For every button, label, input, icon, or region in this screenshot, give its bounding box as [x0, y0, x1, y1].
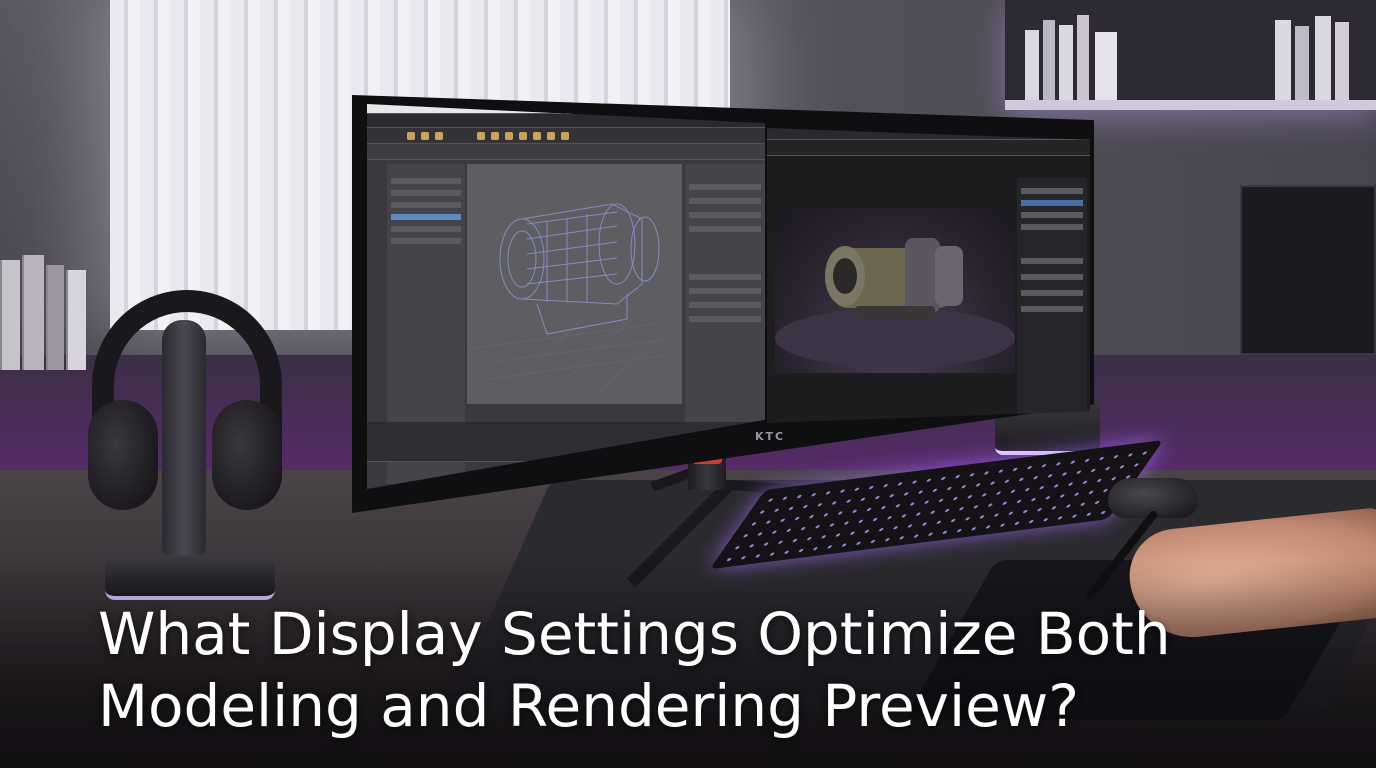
- tool-icon: [407, 132, 415, 140]
- attribute-row: [689, 198, 761, 204]
- app-toolbar: [367, 128, 765, 144]
- outliner-row: [391, 214, 461, 220]
- bookshelf: [1005, 0, 1376, 110]
- render-app-screen: [767, 128, 1090, 423]
- book: [1059, 25, 1073, 100]
- rendered-model: [775, 238, 1015, 368]
- book: [1077, 15, 1089, 100]
- outliner-row: [1021, 274, 1083, 280]
- tool-icon: [561, 132, 569, 140]
- tool-icon: [477, 132, 485, 140]
- render-outliner-panel: [1017, 178, 1087, 418]
- outliner-row: [1021, 306, 1083, 312]
- headline-line-2: Modeling and Rendering Preview?: [98, 672, 1079, 740]
- book: [1025, 30, 1039, 100]
- attribute-row: [689, 302, 761, 308]
- outliner-row: [1021, 224, 1083, 230]
- attribute-row: [689, 274, 761, 280]
- tool-icon: [491, 132, 499, 140]
- render-preview: [775, 208, 1015, 373]
- outliner-row: [391, 178, 461, 184]
- tool-icon: [505, 132, 513, 140]
- monitor-brand-logo: KTC: [755, 430, 786, 443]
- wireframe-model: [466, 203, 678, 403]
- outliner-row: [391, 226, 461, 232]
- attribute-row: [689, 288, 761, 294]
- render-toolbar: [767, 140, 1090, 156]
- left-books: [0, 255, 100, 370]
- outliner-row: [1021, 200, 1083, 206]
- outliner-row: [391, 190, 461, 196]
- pc-case: [1240, 185, 1376, 355]
- tool-icon: [435, 132, 443, 140]
- book: [1043, 20, 1055, 100]
- book: [46, 265, 64, 370]
- outliner-row: [1021, 188, 1083, 194]
- book: [1295, 26, 1309, 100]
- book: [0, 260, 20, 370]
- outliner-row: [1021, 212, 1083, 218]
- app-shelf: [367, 144, 765, 160]
- tool-icon: [519, 132, 527, 140]
- tool-icon: [547, 132, 555, 140]
- headphone-cup-right: [212, 400, 282, 510]
- book: [1335, 22, 1349, 100]
- attribute-row: [689, 212, 761, 218]
- outliner-row: [1021, 290, 1083, 296]
- book: [1315, 16, 1331, 100]
- headphone-cup-left: [88, 400, 158, 510]
- book: [66, 270, 86, 370]
- outliner-row: [391, 238, 461, 244]
- attribute-row: [689, 316, 761, 322]
- book: [22, 255, 44, 370]
- book: [1275, 20, 1291, 100]
- outliner-row: [391, 202, 461, 208]
- book: [1095, 32, 1117, 100]
- wireframe-viewport: [466, 164, 682, 404]
- headline: What Display Settings Optimize Both Mode…: [98, 598, 1338, 742]
- attribute-row: [689, 226, 761, 232]
- headline-line-1: What Display Settings Optimize Both: [98, 600, 1171, 668]
- tool-icon: [533, 132, 541, 140]
- tool-icon: [421, 132, 429, 140]
- attribute-row: [689, 184, 761, 190]
- attribute-editor-panel: [685, 164, 765, 464]
- outliner-row: [1021, 258, 1083, 264]
